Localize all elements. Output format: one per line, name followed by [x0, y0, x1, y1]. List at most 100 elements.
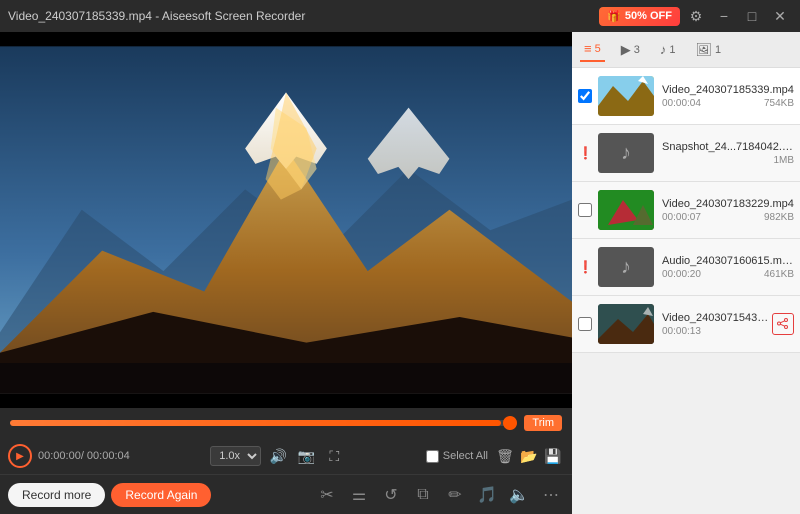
right-panel: ≡ 5 ▶ 3 ♪ 1 🖼 1	[572, 32, 800, 514]
file-info-2: Snapshot_24...7184042.png 1MB	[662, 141, 794, 166]
titlebar-right: 🎁 50% OFF ⚙ − □ ✕	[599, 4, 792, 28]
file-duration-4: 00:00:20	[662, 269, 701, 280]
tab-audio[interactable]: ♪ 1	[656, 38, 680, 61]
file-checkbox-5[interactable]	[578, 317, 592, 331]
file-info-1: Video_240307185339.mp4 00:00:04 754KB	[662, 84, 794, 109]
file-name-4: Audio_240307160615.mp3	[662, 255, 794, 267]
file-duration-1: 00:00:04	[662, 98, 701, 109]
file-list: Video_240307185339.mp4 00:00:04 754KB ❗ …	[572, 68, 800, 514]
list-item[interactable]: ❗ ♪ Snapshot_24...7184042.png 1MB	[572, 125, 800, 182]
snapshot-icon[interactable]: 📷	[295, 445, 317, 467]
trim-button[interactable]: Trim	[524, 415, 562, 431]
video-tab-icon: ▶	[621, 42, 631, 58]
cut-icon[interactable]: ✂	[314, 482, 340, 508]
main-content: Trim ▶ 00:00:00/ 00:00:04 1.0x 0.5x 1.5x…	[0, 32, 800, 514]
tab-image[interactable]: 🖼 1	[691, 38, 725, 62]
list-icon: ≡	[584, 41, 592, 56]
more-icon[interactable]: ⋯	[538, 482, 564, 508]
file-name-3: Video_240307183229.mp4	[662, 198, 794, 210]
list-item[interactable]: Video_240307185339.mp4 00:00:04 754KB	[572, 68, 800, 125]
file-size-2: 1MB	[773, 155, 794, 166]
select-all-area: Select All	[426, 450, 488, 463]
file-error-icon-2: ❗	[578, 146, 592, 160]
app-title: Video_240307185339.mp4 - Aiseesoft Scree…	[8, 9, 305, 23]
file-meta-5: 00:00:13	[662, 326, 772, 337]
maximize-button[interactable]: □	[740, 4, 764, 28]
progress-fill	[10, 420, 501, 426]
file-meta-3: 00:00:07 982KB	[662, 212, 794, 223]
playback-controls: ▶ 00:00:00/ 00:00:04 1.0x 0.5x 1.5x 2.0x…	[0, 438, 572, 474]
folder-icon[interactable]: 📂	[518, 445, 540, 467]
save-icon[interactable]: 💾	[542, 445, 564, 467]
titlebar: Video_240307185339.mp4 - Aiseesoft Scree…	[0, 0, 800, 32]
tab-all-count: 5	[595, 43, 601, 55]
file-thumb-4: ♪	[598, 247, 654, 287]
music-note-icon-2: ♪	[621, 256, 631, 279]
file-checkbox-1[interactable]	[578, 89, 592, 103]
file-meta-2: 1MB	[662, 155, 794, 166]
tab-video[interactable]: ▶ 3	[617, 38, 644, 62]
settings-icon[interactable]: ⚙	[684, 4, 708, 28]
promo-label: 50% OFF	[625, 10, 672, 22]
list-item[interactable]: ❗ ♪ Audio_240307160615.mp3 00:00:20 461K…	[572, 239, 800, 296]
file-info-4: Audio_240307160615.mp3 00:00:20 461KB	[662, 255, 794, 280]
close-button[interactable]: ✕	[768, 4, 792, 28]
gift-icon: 🎁	[607, 10, 621, 23]
file-meta-4: 00:00:20 461KB	[662, 269, 794, 280]
tab-audio-count: 1	[669, 44, 675, 56]
file-name-5: Video_240307154314.mp4	[662, 312, 772, 324]
list-item[interactable]: Video_240307183229.mp4 00:00:07 982KB	[572, 182, 800, 239]
music-note-icon: ♪	[621, 142, 631, 165]
file-thumb-2: ♪	[598, 133, 654, 173]
file-duration-3: 00:00:07	[662, 212, 701, 223]
file-size-1: 754KB	[764, 98, 794, 109]
file-meta-1: 00:00:04 754KB	[662, 98, 794, 109]
list-item[interactable]: Video_240307154314.mp4 00:00:13	[572, 296, 800, 353]
promo-badge[interactable]: 🎁 50% OFF	[599, 7, 680, 26]
file-thumb-5	[598, 304, 654, 344]
progress-area: Trim	[0, 408, 572, 438]
speed-select[interactable]: 1.0x 0.5x 1.5x 2.0x	[210, 446, 261, 466]
file-size-4: 461KB	[764, 269, 794, 280]
record-again-button[interactable]: Record Again	[111, 483, 211, 507]
tab-image-count: 1	[715, 44, 721, 56]
progress-thumb[interactable]	[503, 416, 517, 430]
file-name-1: Video_240307185339.mp4	[662, 84, 794, 96]
file-info-5: Video_240307154314.mp4 00:00:13	[662, 312, 772, 337]
bottom-toolbar: Record more Record Again ✂ ⚌ ↺ ⧉ ✏ 🎵 🔈 ⋯	[0, 474, 572, 514]
icon-btn-group: 🗑 📂 💾	[494, 445, 564, 467]
volume-icon[interactable]: 🔊	[267, 445, 289, 467]
file-thumb-1	[598, 76, 654, 116]
file-share-button[interactable]	[772, 313, 794, 335]
file-name-2: Snapshot_24...7184042.png	[662, 141, 794, 153]
delete-icon[interactable]: 🗑	[494, 445, 516, 467]
file-checkbox-3[interactable]	[578, 203, 592, 217]
record-more-button[interactable]: Record more	[8, 483, 105, 507]
fullscreen-icon[interactable]: ⛶	[323, 445, 345, 467]
audio-edit-icon[interactable]: 🎵	[474, 482, 500, 508]
time-display: 00:00:00/ 00:00:04	[38, 450, 130, 462]
left-panel: Trim ▶ 00:00:00/ 00:00:04 1.0x 0.5x 1.5x…	[0, 32, 572, 514]
file-duration-5: 00:00:13	[662, 326, 701, 337]
volume-control-icon[interactable]: 🔈	[506, 482, 532, 508]
image-tab-icon: 🖼	[695, 42, 712, 58]
titlebar-left: Video_240307185339.mp4 - Aiseesoft Scree…	[8, 9, 305, 23]
audio-tab-icon: ♪	[660, 42, 667, 57]
select-all-checkbox[interactable]	[426, 450, 439, 463]
file-error-icon-4: ❗	[578, 260, 592, 274]
tab-all[interactable]: ≡ 5	[580, 37, 605, 62]
minimize-button[interactable]: −	[712, 4, 736, 28]
file-info-3: Video_240307183229.mp4 00:00:07 982KB	[662, 198, 794, 223]
progress-track[interactable]	[10, 420, 516, 426]
play-button[interactable]: ▶	[8, 444, 32, 468]
video-preview	[0, 32, 572, 408]
file-thumb-3	[598, 190, 654, 230]
edit-icon[interactable]: ✏	[442, 482, 468, 508]
adjust-icon[interactable]: ⚌	[346, 482, 372, 508]
rotate-icon[interactable]: ↺	[378, 482, 404, 508]
tabs: ≡ 5 ▶ 3 ♪ 1 🖼 1	[572, 32, 800, 68]
copy-icon[interactable]: ⧉	[410, 482, 436, 508]
share-icon	[777, 318, 789, 330]
file-size-3: 982KB	[764, 212, 794, 223]
tab-video-count: 3	[634, 44, 640, 56]
